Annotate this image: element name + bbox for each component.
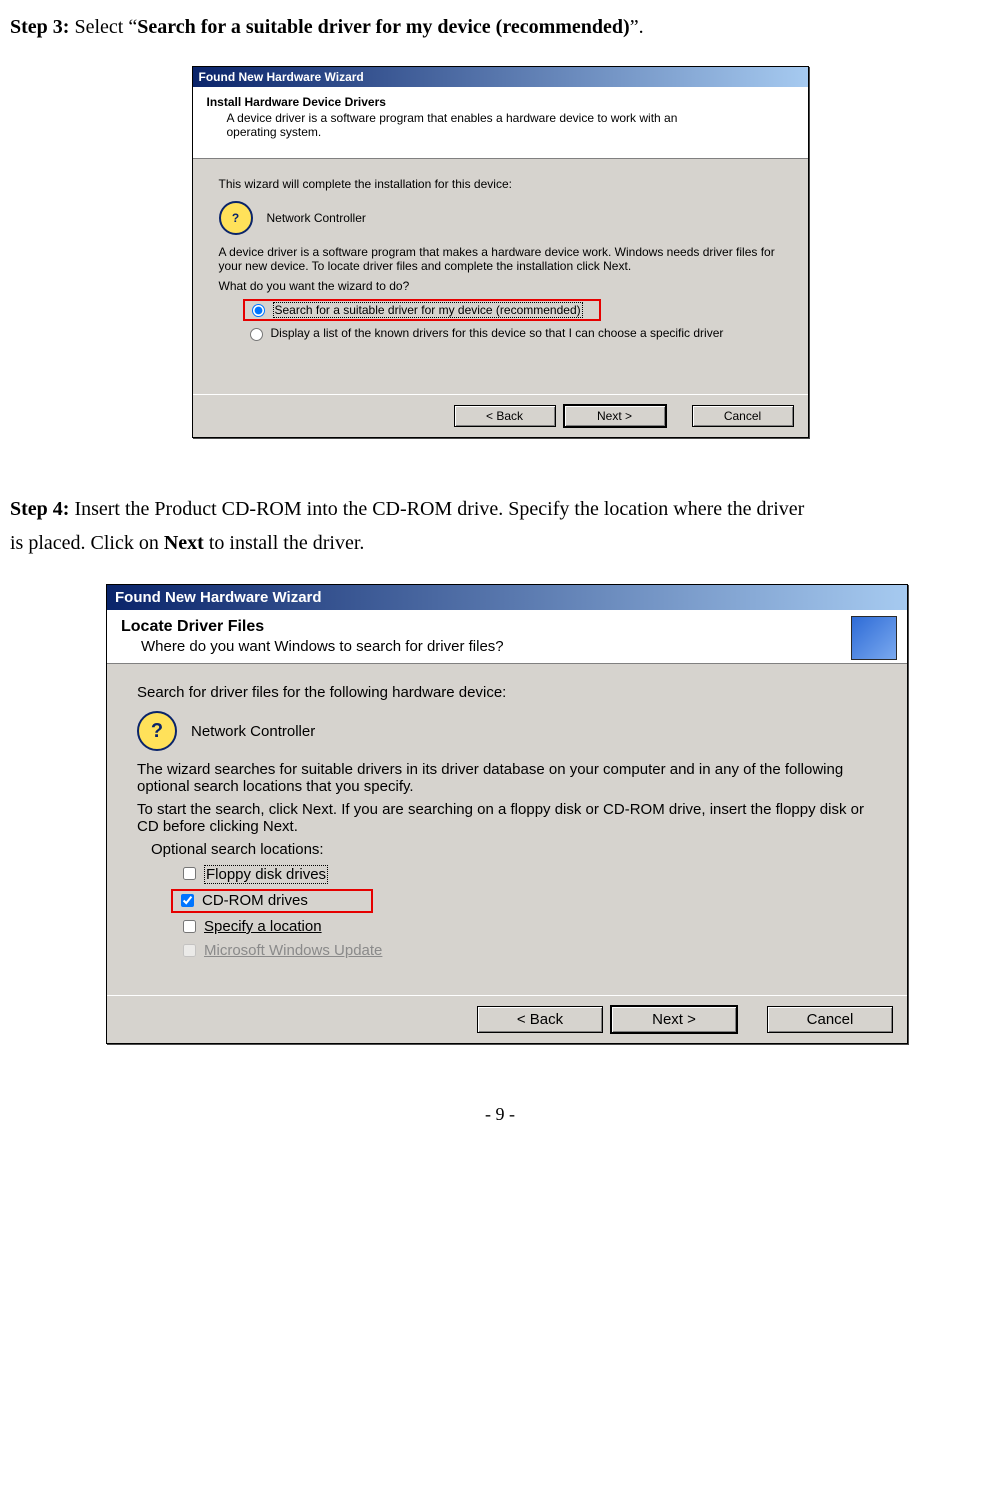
- complete-line: This wizard will complete the installati…: [219, 177, 782, 191]
- wizard-dialog-install-drivers: Found New Hardware Wizard Install Hardwa…: [192, 66, 809, 438]
- step4-instruction-line2: is placed. Click on Next to install the …: [10, 526, 990, 560]
- question-line: What do you want the wizard to do?: [219, 279, 782, 293]
- wizard-header: Locate Driver Files Where do you want Wi…: [107, 610, 907, 664]
- titlebar-text: Found New Hardware Wizard: [199, 70, 802, 84]
- device-row: ? Network Controller: [137, 711, 877, 751]
- wizard-header-title: Install Hardware Device Drivers: [207, 95, 794, 109]
- search-line: Search for driver files for the followin…: [137, 684, 877, 701]
- check-floppy[interactable]: Floppy disk drives: [177, 864, 877, 885]
- wizard-header-subtitle: A device driver is a software program th…: [227, 111, 726, 139]
- check-cdrom[interactable]: CD-ROM drives: [171, 889, 373, 913]
- button-row: < Back Next > Cancel: [107, 995, 907, 1043]
- step4-text2: is placed. Click on: [10, 532, 164, 554]
- next-button[interactable]: Next >: [611, 1006, 737, 1033]
- wizard-body: Search for driver files for the followin…: [107, 664, 907, 995]
- check-location-input[interactable]: [183, 920, 196, 933]
- step3-bold: Search for a suitable driver for my devi…: [137, 16, 630, 38]
- radio-search-recommended[interactable]: Search for a suitable driver for my devi…: [243, 299, 601, 321]
- question-mark-icon: ?: [219, 201, 253, 235]
- device-name: Network Controller: [267, 211, 366, 225]
- step3-instruction: Step 3: Select “Search for a suitable dr…: [10, 10, 990, 44]
- cancel-button[interactable]: Cancel: [767, 1006, 893, 1033]
- next-button[interactable]: Next >: [564, 405, 666, 427]
- check-update-label: Microsoft Windows Update: [204, 942, 382, 959]
- check-floppy-input[interactable]: [183, 867, 196, 880]
- wizard-header-title: Locate Driver Files: [121, 618, 893, 636]
- step4-next-bold: Next: [164, 532, 204, 554]
- device-name: Network Controller: [191, 723, 315, 740]
- explain2: To start the search, click Next. If you …: [137, 801, 877, 835]
- page-number: - 9 -: [10, 1104, 990, 1125]
- check-location[interactable]: Specify a location: [177, 917, 877, 937]
- wizard-dialog-locate-files: Found New Hardware Wizard Locate Driver …: [106, 584, 908, 1044]
- explain-line: A device driver is a software program th…: [219, 245, 779, 273]
- wizard-header-subtitle: Where do you want Windows to search for …: [141, 638, 797, 655]
- step4-text1: Insert the Product CD-ROM into the CD-RO…: [69, 498, 804, 520]
- check-cdrom-input[interactable]: [181, 894, 194, 907]
- wizard-header: Install Hardware Device Drivers A device…: [193, 87, 808, 159]
- check-location-label: Specify a location: [204, 918, 322, 935]
- step3-text-before: Select “: [69, 16, 137, 38]
- titlebar-text: Found New Hardware Wizard: [115, 589, 899, 606]
- radio-search-label: Search for a suitable driver for my devi…: [273, 302, 583, 318]
- step4-label: Step 4:: [10, 498, 69, 520]
- step3-label: Step 3:: [10, 16, 69, 38]
- wizard-body: This wizard will complete the installati…: [193, 159, 808, 394]
- question-mark-icon: ?: [137, 711, 177, 751]
- step4-text3: to install the driver.: [204, 532, 365, 554]
- explain1: The wizard searches for suitable drivers…: [137, 761, 877, 795]
- check-cdrom-label: CD-ROM drives: [202, 892, 308, 909]
- device-row: ? Network Controller: [219, 201, 782, 235]
- banner-icon: [851, 616, 897, 660]
- radio-display-list[interactable]: Display a list of the known drivers for …: [243, 325, 782, 342]
- cancel-button[interactable]: Cancel: [692, 405, 794, 427]
- check-floppy-label: Floppy disk drives: [204, 865, 328, 884]
- button-row: < Back Next > Cancel: [193, 394, 808, 437]
- step3-text-after: ”.: [630, 16, 644, 38]
- radio-search-input[interactable]: [252, 304, 265, 317]
- titlebar[interactable]: Found New Hardware Wizard: [107, 585, 907, 610]
- optional-heading: Optional search locations:: [151, 841, 877, 858]
- radio-display-input[interactable]: [250, 328, 263, 341]
- step4-instruction: Step 4: Insert the Product CD-ROM into t…: [10, 492, 990, 526]
- check-update-input: [183, 944, 196, 957]
- radio-display-label: Display a list of the known drivers for …: [271, 326, 724, 340]
- check-windows-update: Microsoft Windows Update: [177, 941, 877, 961]
- titlebar[interactable]: Found New Hardware Wizard: [193, 67, 808, 87]
- back-button[interactable]: < Back: [454, 405, 556, 427]
- back-button[interactable]: < Back: [477, 1006, 603, 1033]
